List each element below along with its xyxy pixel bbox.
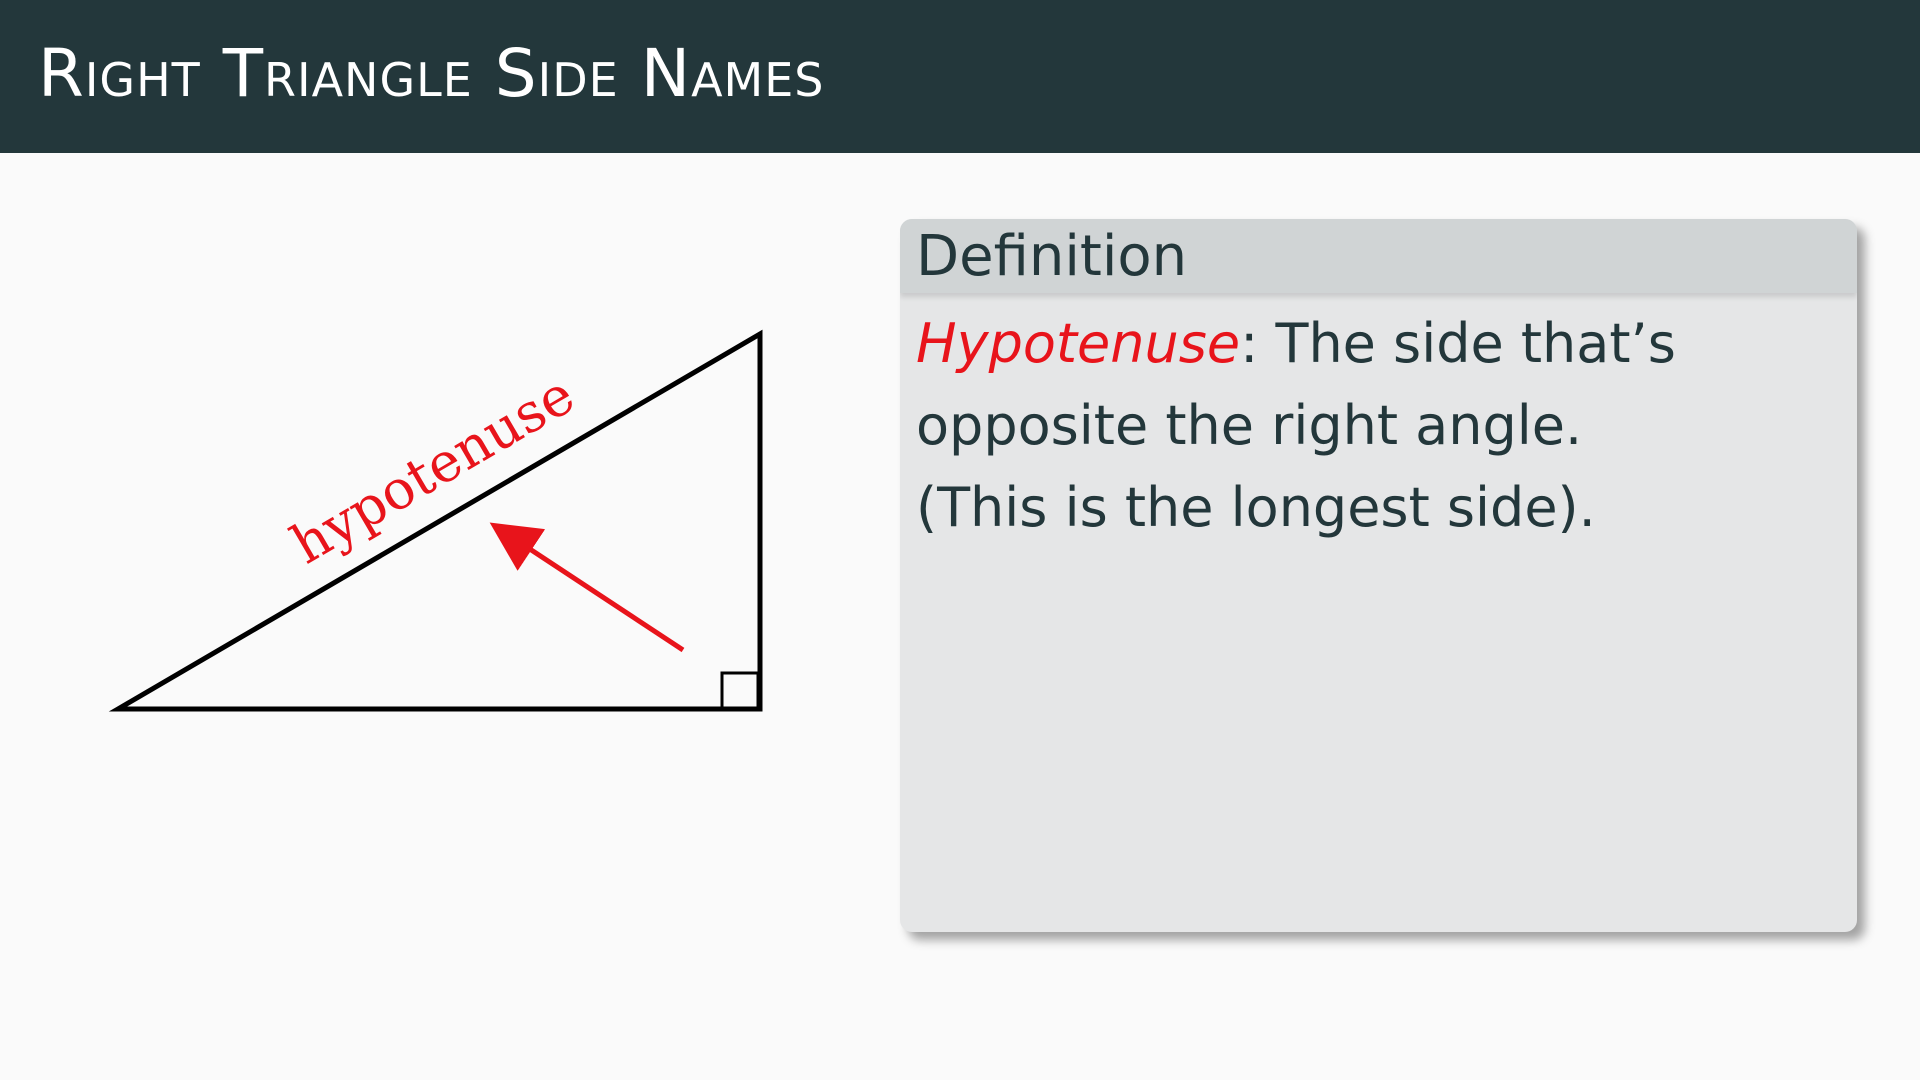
definition-block: Definition Hypotenuse: The side that’s o… — [900, 219, 1857, 932]
right-triangle-diagram: hypotenuse — [108, 329, 763, 712]
definition-header: Definition — [900, 219, 1857, 293]
definition-line-1-rest: The side that’s — [1258, 312, 1676, 375]
pointer-arrow — [489, 522, 685, 653]
definition-body: Hypotenuse: The side that’s opposite the… — [900, 293, 1857, 549]
definition-separator: : — [1240, 312, 1259, 375]
definition-term: Hypotenuse — [916, 312, 1241, 375]
definition-line-2: opposite the right angle. — [916, 394, 1583, 457]
definition-line-1: Hypotenuse: The side that’s — [916, 303, 1841, 385]
right-angle-marker — [720, 671, 760, 711]
slide-title: Right Triangle Side Names — [38, 35, 825, 112]
triangle-outline — [108, 329, 763, 712]
definition-line-3: (This is the longest side). — [916, 476, 1596, 539]
title-bar: Right Triangle Side Names — [0, 0, 1920, 153]
hypotenuse-label: hypotenuse — [281, 363, 585, 576]
